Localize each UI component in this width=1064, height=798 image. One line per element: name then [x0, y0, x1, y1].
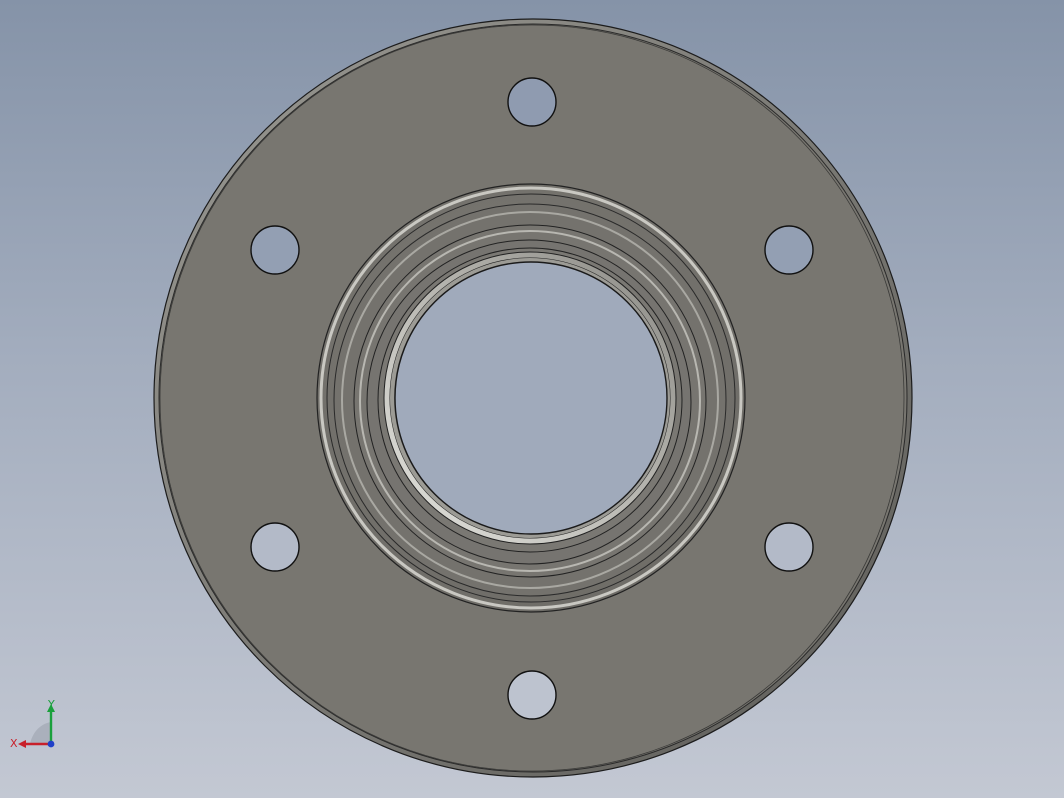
bolt-hole-lower-right	[764, 522, 814, 572]
triad-x-label: X	[10, 737, 18, 750]
orientation-triad[interactable]: Y X	[8, 696, 64, 756]
bolt-hole-lower-left	[250, 522, 300, 572]
bolt-hole-upper-right	[764, 225, 814, 275]
center-bore	[394, 261, 668, 535]
triad-z-axis-dot	[47, 740, 55, 748]
triad-y-label: Y	[47, 698, 55, 711]
bolt-hole-top	[507, 77, 557, 127]
bolt-hole-bottom	[507, 670, 557, 720]
triad-x-arrow-icon	[18, 740, 26, 748]
flange-model[interactable]	[0, 0, 1064, 798]
graphics-viewport[interactable]: Y X	[0, 0, 1064, 798]
triad-plane-shading	[30, 722, 51, 744]
bolt-hole-upper-left	[250, 225, 300, 275]
